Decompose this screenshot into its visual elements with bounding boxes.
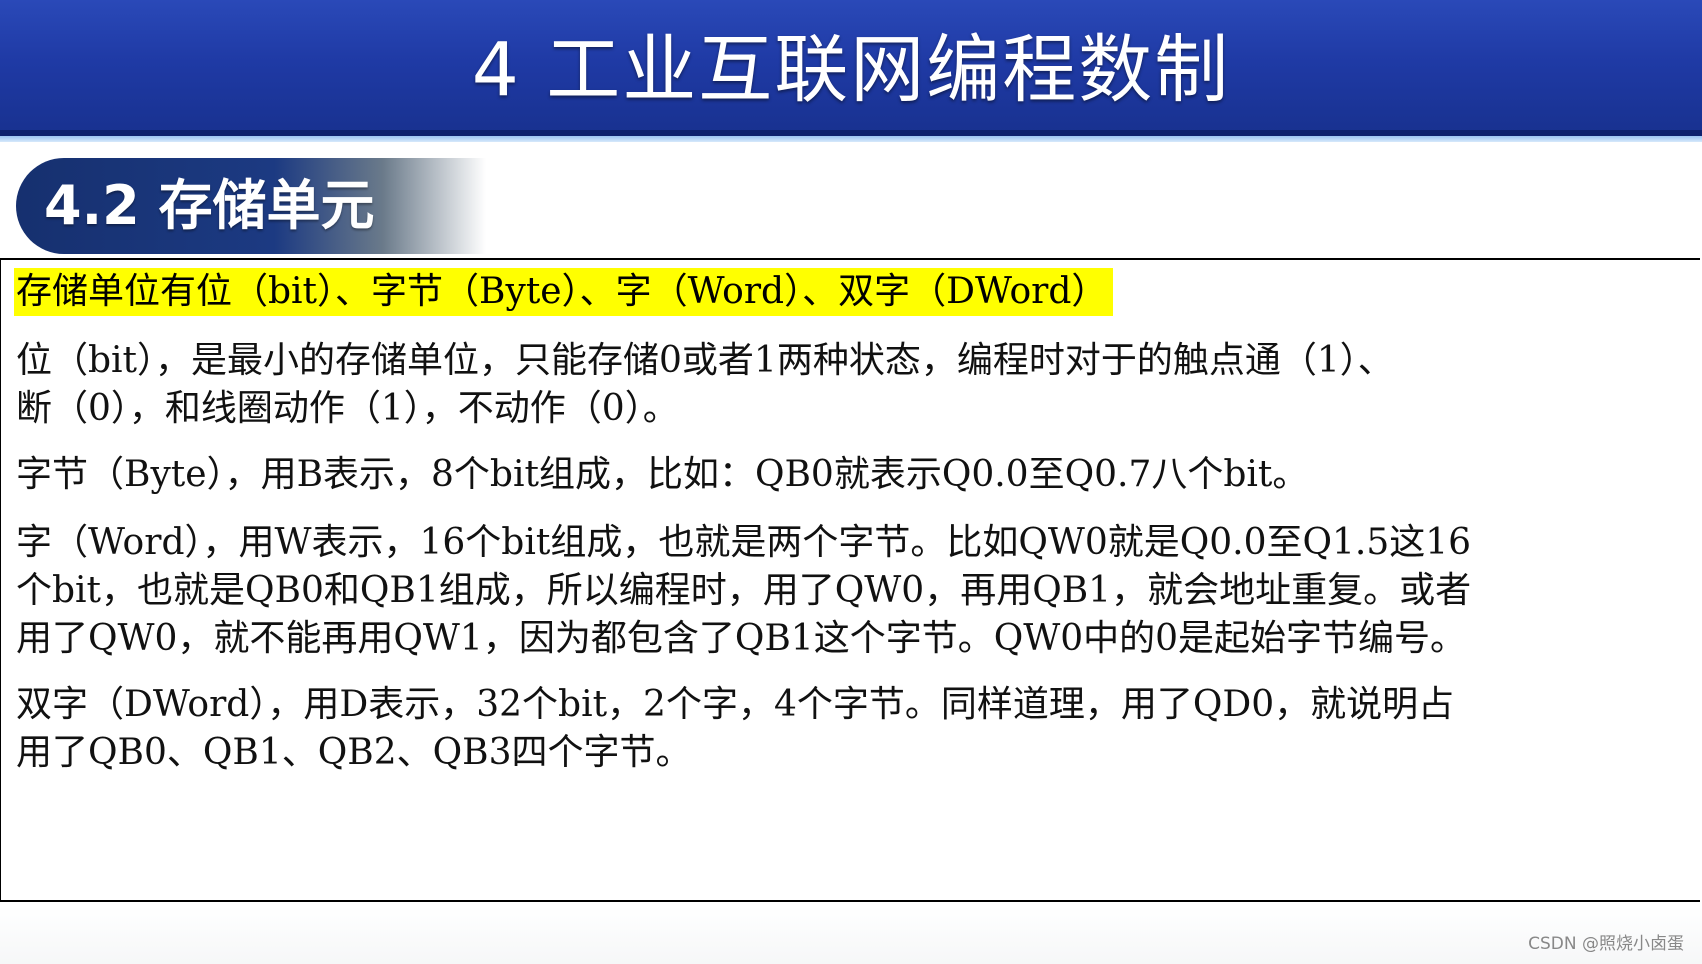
paragraph-dword-line-2: 用了QB0、QB1、QB2、QB3四个字节。 (16, 732, 692, 773)
slide-title: 4 工业互联网编程数制 (471, 27, 1231, 113)
footer-band (0, 906, 1702, 964)
banner-divider (0, 136, 1702, 142)
watermark: CSDN @照烧小卤蛋 (1528, 934, 1684, 954)
paragraph-byte-line-1: 字节（Byte），用B表示，8个bit组成，比如：QB0就表示Q0.0至Q0.7… (16, 454, 1309, 495)
paragraph-bit-line-1: 位（bit），是最小的存储单位，只能存储0或者1两种状态，编程时对于的触点通（1… (16, 340, 1394, 381)
paragraph-bit-line-2: 断（0），和线圈动作（1），不动作（0）。 (16, 388, 679, 429)
highlighted-summary: 存储单位有位（bit）、字节（Byte）、字（Word）、双字（DWord） (14, 268, 1114, 316)
paragraph-dword-line-1: 双字（DWord），用D表示，32个bit，2个字，4个字节。同样道理，用了QD… (16, 684, 1455, 725)
paragraph-word-line-2: 个bit，也就是QB0和QB1组成，所以编程时，用了QW0，再用QB1，就会地址… (16, 570, 1472, 611)
paragraph-word-line-3: 用了QW0，就不能再用QW1，因为都包含了QB1这个字节。QW0中的0是起始字节… (16, 618, 1467, 659)
paragraph-word-line-1: 字（Word），用W表示，16个bit组成，也就是两个字节。比如QW0就是Q0.… (16, 522, 1472, 563)
section-title: 4.2 存储单元 (44, 174, 375, 237)
